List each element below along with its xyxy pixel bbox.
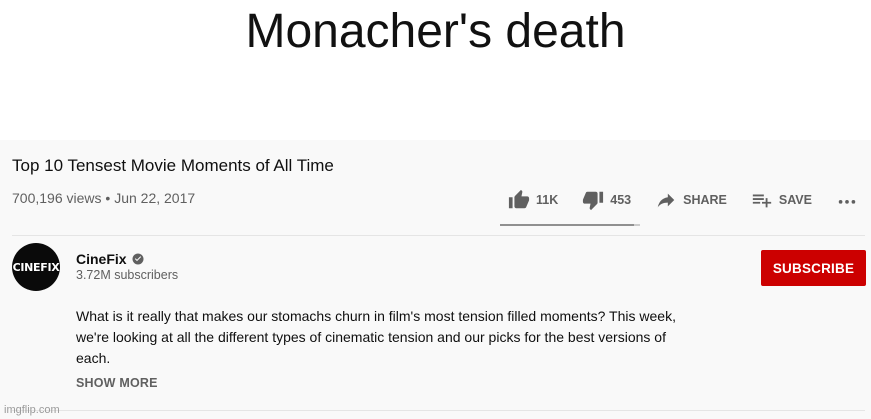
verified-check-icon xyxy=(132,253,144,265)
save-button[interactable]: SAVE xyxy=(751,189,812,211)
video-description: What is it really that makes our stomach… xyxy=(76,308,676,366)
like-ratio-fill xyxy=(500,224,635,226)
divider xyxy=(12,410,865,411)
video-info-panel: Top 10 Tensest Movie Moments of All Time… xyxy=(0,140,871,419)
divider xyxy=(12,235,865,236)
save-label: SAVE xyxy=(778,193,812,207)
channel-name[interactable]: CineFix xyxy=(76,251,127,267)
more-actions-button[interactable] xyxy=(836,189,858,211)
meta-separator: • xyxy=(105,190,111,206)
thumbs-up-icon xyxy=(508,189,530,209)
thumbs-down-icon xyxy=(583,191,604,211)
channel-name-row: CineFix xyxy=(76,251,144,267)
view-count: 700,196 views xyxy=(12,190,102,206)
share-label: SHARE xyxy=(683,193,727,207)
video-actions: 11K 453 SHARE SAVE xyxy=(500,188,858,212)
channel-logo: CINEFIX xyxy=(12,260,60,274)
upload-date: Jun 22, 2017 xyxy=(114,190,196,206)
share-button[interactable]: SHARE xyxy=(655,189,727,211)
meme-caption: Monacher's death xyxy=(245,5,626,58)
subscribe-button[interactable]: SUBSCRIBE xyxy=(761,250,866,286)
channel-avatar[interactable]: CINEFIX xyxy=(12,243,60,291)
playlist-add-icon xyxy=(752,194,772,208)
share-icon xyxy=(657,193,675,208)
video-meta: 700,196 views • Jun 22, 2017 xyxy=(12,190,195,206)
show-more-button[interactable]: SHOW MORE xyxy=(76,376,158,390)
imgflip-watermark: imgflip.com xyxy=(4,404,60,416)
subscriber-count: 3.72M subscribers xyxy=(76,268,179,282)
like-ratio-bar xyxy=(500,224,640,226)
dislike-count: 453 xyxy=(610,193,632,207)
meme-caption-area: Monacher's death xyxy=(0,0,871,140)
like-button[interactable]: 11K xyxy=(508,189,558,211)
video-title: Top 10 Tensest Movie Moments of All Time xyxy=(12,156,334,175)
dislike-button[interactable]: 453 xyxy=(582,189,631,211)
like-count: 11K xyxy=(536,193,559,207)
more-icon xyxy=(838,200,856,204)
